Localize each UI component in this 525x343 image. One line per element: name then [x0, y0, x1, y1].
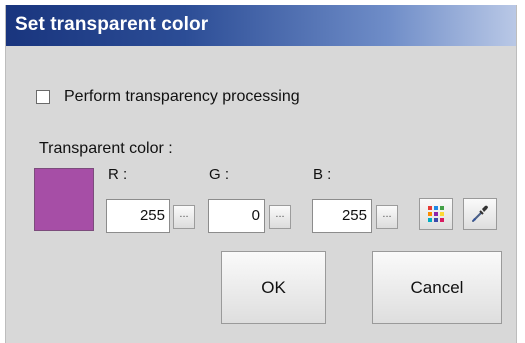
title-bar: Set transparent color: [6, 5, 516, 46]
transparency-checkbox-label[interactable]: Perform transparency processing: [64, 88, 300, 106]
b-value-field[interactable]: 255: [312, 199, 372, 233]
dialog-title: Set transparent color: [15, 14, 209, 35]
g-value-field[interactable]: 0: [208, 199, 265, 233]
b-more-button[interactable]: ...: [376, 205, 398, 229]
r-more-button[interactable]: ...: [173, 205, 195, 229]
color-picker-button[interactable]: [463, 198, 497, 230]
g-more-button[interactable]: ...: [269, 205, 291, 229]
g-label: G :: [209, 166, 230, 183]
color-palette-icon: [428, 206, 444, 222]
r-label: R :: [108, 166, 128, 183]
color-swatch: [34, 168, 94, 231]
ok-button[interactable]: OK: [221, 251, 326, 324]
r-value-field[interactable]: 255: [106, 199, 170, 233]
set-transparent-color-dialog: Set transparent color Perform transparen…: [5, 5, 517, 343]
color-palette-button[interactable]: [419, 198, 453, 230]
b-label: B :: [313, 166, 332, 183]
cancel-button[interactable]: Cancel: [372, 251, 502, 324]
transparent-color-label: Transparent color :: [39, 140, 173, 157]
eyedropper-icon: [472, 205, 488, 222]
transparency-checkbox[interactable]: [36, 90, 50, 104]
